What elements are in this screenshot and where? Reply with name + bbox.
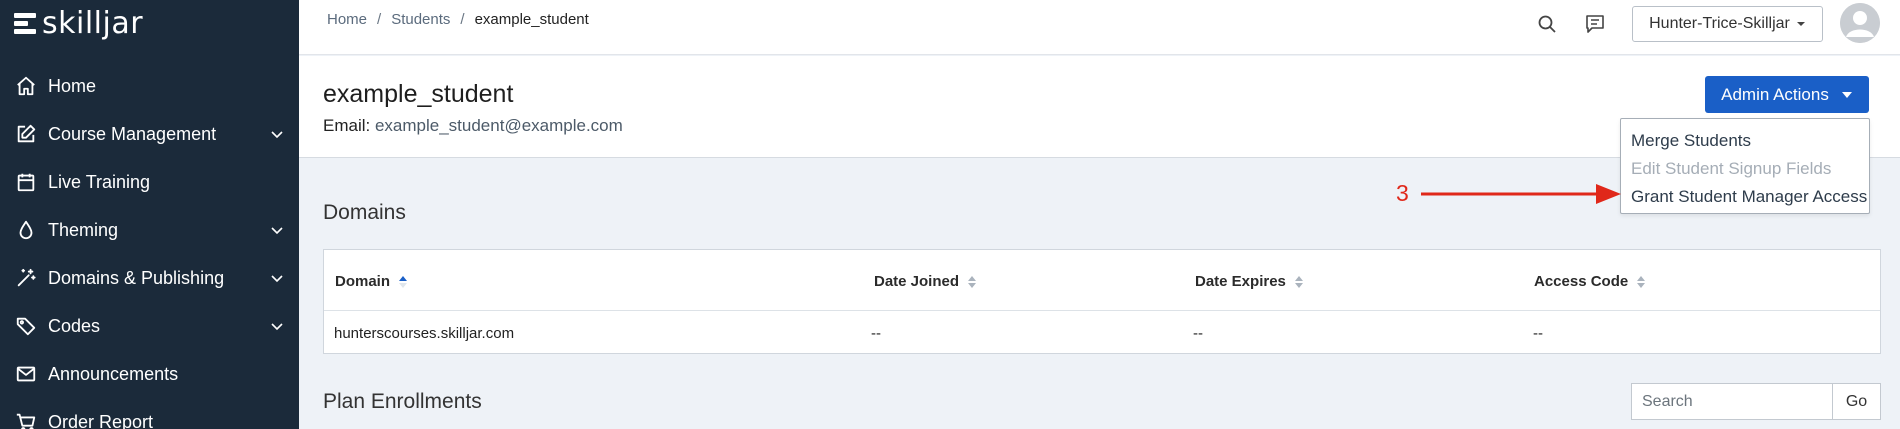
sort-icon (1294, 275, 1303, 288)
annotation-arrow-icon (1421, 184, 1621, 204)
sidebar-item-order-report[interactable]: Order Report (0, 398, 299, 429)
sidebar-item-announcements[interactable]: Announcements (0, 350, 299, 398)
sidebar-item-domains-publishing[interactable]: Domains & Publishing (0, 254, 299, 302)
sort-ascending-icon (399, 275, 408, 288)
logo-text: skilljar (42, 6, 144, 41)
plan-search: Go (1631, 383, 1881, 420)
skilljar-logo-icon (14, 12, 36, 35)
sidebar-item-label: Order Report (48, 411, 154, 429)
sidebar-item-live-training[interactable]: Live Training (0, 158, 299, 206)
chevron-down-icon (271, 131, 283, 139)
breadcrumb: Home / Students / example_student (327, 11, 589, 28)
sidebar-item-label: Theming (48, 219, 119, 240)
breadcrumb-separator: / (460, 11, 465, 28)
user-avatar-icon (1840, 3, 1880, 43)
sidebar-item-label: Home (48, 75, 97, 96)
avatar[interactable] (1840, 3, 1880, 43)
chevron-down-icon (271, 275, 283, 283)
menu-item-grant-manager-access[interactable]: Grant Student Manager Access (1621, 183, 1869, 211)
cell-date-expires: -- (1193, 325, 1203, 342)
search-input[interactable] (1631, 383, 1832, 420)
breadcrumb-current: example_student (474, 11, 589, 28)
column-label: Date Joined (874, 273, 960, 290)
admin-actions-label: Admin Actions (1721, 84, 1829, 104)
sidebar-item-theming[interactable]: Theming (0, 206, 299, 254)
magic-wand-icon (14, 266, 38, 290)
column-label: Domain (335, 273, 391, 290)
email-label: Email: (323, 116, 371, 135)
sidebar-item-label: Announcements (48, 363, 179, 384)
caret-down-icon (1841, 91, 1852, 98)
breadcrumb-students[interactable]: Students (391, 11, 450, 28)
column-header-date-joined[interactable]: Date Joined (874, 273, 977, 290)
user-menu-label: Hunter-Trice-Skilljar (1649, 15, 1790, 32)
table-header: Domain Date Joined Date Expires Access C… (324, 250, 1880, 311)
admin-actions-menu: Merge Students Edit Student Signup Field… (1620, 118, 1870, 214)
chevron-down-icon (271, 323, 283, 331)
sort-icon (1637, 275, 1646, 288)
go-button[interactable]: Go (1832, 383, 1881, 420)
breadcrumb-separator: / (377, 11, 382, 28)
tags-icon (14, 314, 38, 338)
column-label: Date Expires (1195, 273, 1286, 290)
menu-item-merge-students[interactable]: Merge Students (1621, 127, 1869, 155)
sidebar-item-label: Course Management (48, 123, 217, 144)
cell-access-code: -- (1533, 325, 1543, 342)
sidebar-item-label: Domains & Publishing (48, 267, 225, 288)
chevron-down-icon (271, 227, 283, 235)
sidebar-nav: Home Course Management Live Training The… (0, 62, 299, 429)
admin-actions-button[interactable]: Admin Actions (1705, 76, 1869, 113)
feedback-icon[interactable] (1583, 12, 1607, 36)
annotation-number: 3 (1396, 180, 1409, 206)
caret-down-icon (1796, 22, 1805, 26)
mail-icon (14, 362, 38, 386)
column-label: Access Code (1534, 273, 1629, 290)
sidebar-item-label: Live Training (48, 171, 151, 192)
sidebar-item-course-management[interactable]: Course Management (0, 110, 299, 158)
calendar-icon (14, 170, 38, 194)
sort-icon (968, 275, 977, 288)
sidebar-item-codes[interactable]: Codes (0, 302, 299, 350)
logo[interactable]: skilljar (14, 6, 143, 41)
page-title: example_student (323, 80, 514, 108)
user-menu-button[interactable]: Hunter-Trice-Skilljar (1632, 6, 1823, 42)
cart-icon (14, 410, 38, 429)
top-bar: Home / Students / example_student Hunter… (299, 0, 1900, 55)
cell-domain: hunterscourses.skilljar.com (334, 325, 515, 342)
column-header-date-expires[interactable]: Date Expires (1195, 273, 1304, 290)
column-header-domain[interactable]: Domain (335, 273, 408, 290)
breadcrumb-home[interactable]: Home (327, 11, 367, 28)
menu-item-edit-signup-fields: Edit Student Signup Fields (1631, 159, 1832, 178)
column-header-access-code[interactable]: Access Code (1534, 273, 1646, 290)
sidebar: skilljar Home Course Management Live Tra… (0, 0, 299, 429)
edit-icon (14, 122, 38, 146)
sidebar-item-label: Codes (48, 315, 101, 336)
search-icon[interactable] (1535, 12, 1559, 36)
domains-title: Domains (323, 201, 406, 224)
home-icon (14, 74, 38, 98)
sidebar-item-home[interactable]: Home (0, 62, 299, 110)
plan-enrollments-title: Plan Enrollments (323, 390, 482, 413)
student-email: Email: example_student@example.com (323, 116, 623, 136)
domains-table: Domain Date Joined Date Expires Access C… (323, 249, 1881, 354)
email-value: example_student@example.com (374, 116, 623, 135)
droplet-icon (14, 218, 38, 242)
cell-date-joined: -- (871, 325, 881, 342)
